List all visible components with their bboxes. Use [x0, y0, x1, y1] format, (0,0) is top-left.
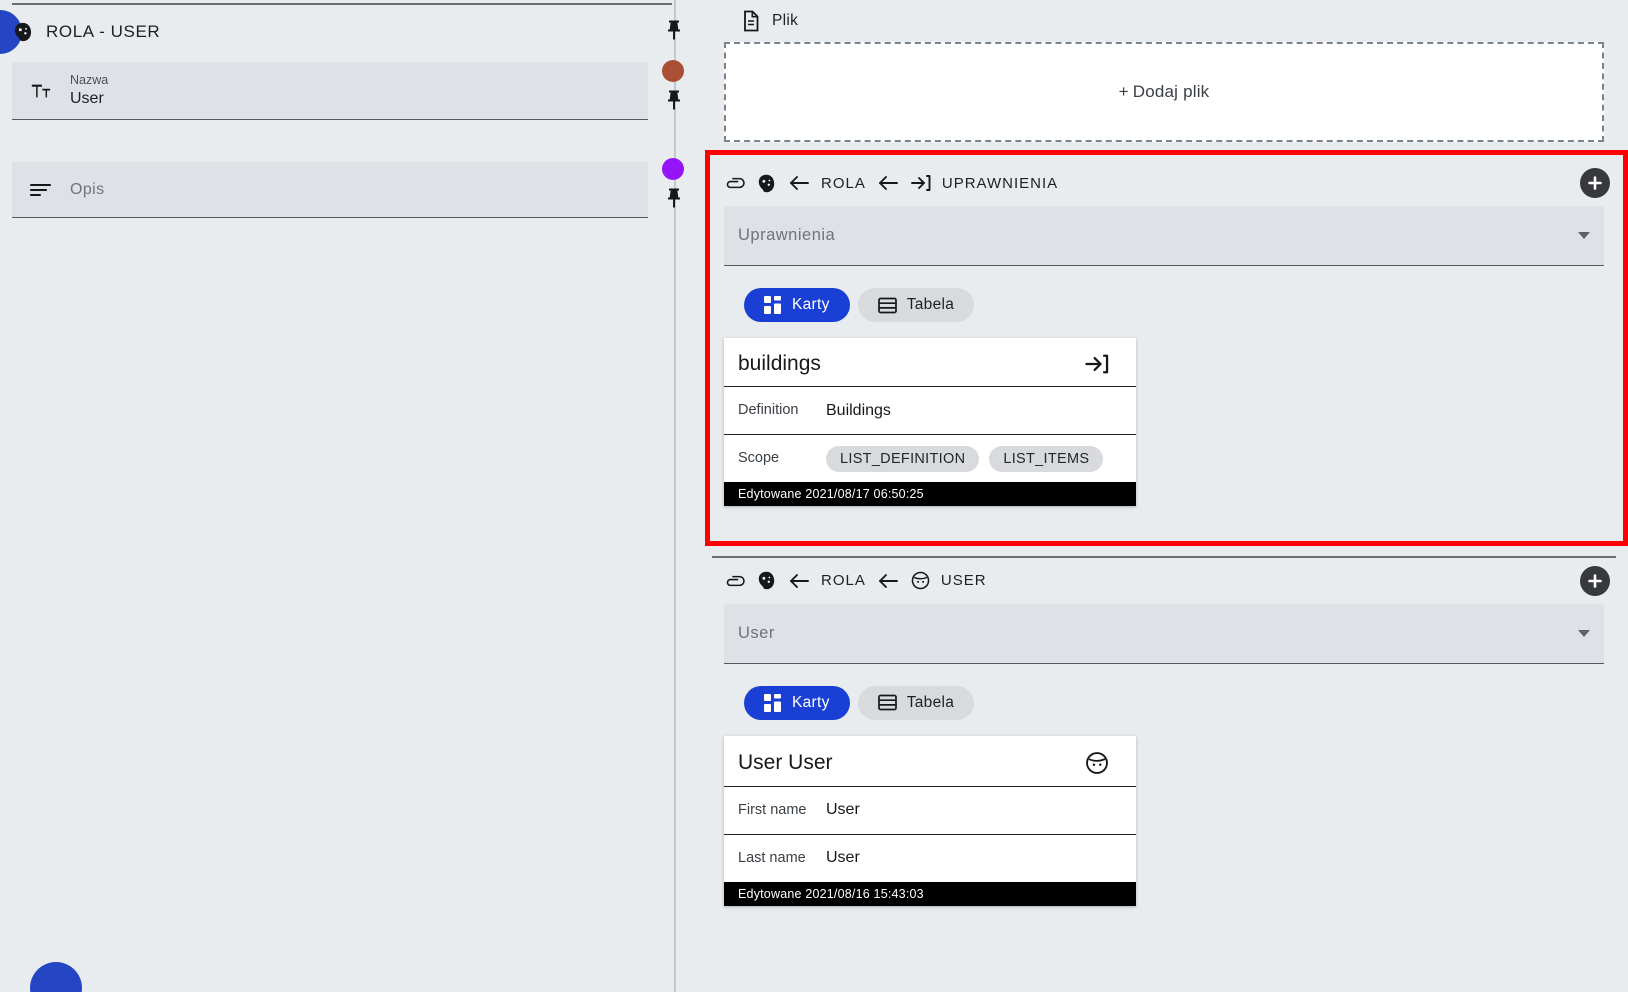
card-row: Last name User [724, 833, 1136, 882]
rail-divider [674, 0, 676, 992]
tab-tabela-label: Tabela [906, 693, 955, 711]
view-toggle-group: Karty Tabela [700, 664, 1628, 720]
app-root: ROLA - USER Nazwa User Opis Plik + Dodaj… [0, 0, 1628, 992]
card-header: User User [724, 736, 1136, 786]
status-dot-purple[interactable] [662, 158, 684, 180]
add-fab[interactable] [30, 962, 82, 992]
file-icon [742, 10, 760, 32]
arrow-left-icon[interactable] [876, 572, 900, 590]
file-dropzone[interactable]: + Dodaj plik [724, 42, 1604, 142]
breadcrumb-item-user[interactable]: USER [941, 572, 987, 589]
right-panel: Plik + Dodaj plik ROLA UPRAWNIENIA Upraw… [700, 0, 1628, 992]
file-section-label: Plik [772, 12, 799, 29]
section-header-user: ROLA USER [700, 558, 1628, 604]
card-row-value: User [826, 801, 860, 818]
tab-karty-label: Karty [792, 693, 830, 711]
add-user-button[interactable] [1580, 565, 1610, 596]
card-user[interactable]: User User First name User Last name User… [724, 735, 1136, 906]
breadcrumb-item-rola[interactable]: ROLA [821, 572, 866, 589]
pin-icon[interactable] [662, 88, 686, 112]
select-value: User [738, 623, 775, 642]
dropzone-label: Dodaj plik [1132, 82, 1210, 101]
file-section: Plik + Dodaj plik [700, 0, 1628, 142]
field-placeholder-opis: Opis [70, 180, 105, 198]
file-section-header: Plik [700, 0, 1628, 42]
breadcrumb: ROLA USER [724, 570, 987, 591]
plus-icon: + [1118, 82, 1129, 101]
dropzone-label-wrap: + Dodaj plik [1119, 82, 1210, 102]
field-value-nazwa: User [70, 89, 104, 107]
role-mask-icon[interactable] [756, 570, 777, 591]
card-title: User User [738, 750, 833, 774]
arrow-left-icon[interactable] [787, 572, 811, 590]
chevron-down-icon[interactable] [1578, 629, 1590, 637]
field-nazwa[interactable]: Nazwa User [12, 62, 648, 120]
left-panel: ROLA - USER Nazwa User Opis [0, 0, 700, 992]
card-edited-timestamp: Edytowane 2021/08/16 15:43:03 [724, 881, 1136, 906]
text-format-icon [28, 80, 54, 102]
section-user: ROLA USER User Karty Tabela User User Fi… [700, 556, 1628, 906]
grid-cards-icon [764, 693, 782, 712]
tab-tabela[interactable]: Tabela [857, 685, 975, 720]
status-dot-rust[interactable] [662, 60, 684, 82]
highlight-box [705, 150, 1628, 546]
card-row: First name User [724, 785, 1136, 834]
link-chain-icon[interactable] [724, 573, 746, 589]
pin-icon[interactable] [662, 18, 686, 42]
user-face-icon[interactable] [1084, 750, 1110, 776]
pin-rail [648, 0, 700, 992]
description-lines-icon [28, 181, 54, 199]
select-user[interactable]: User [724, 603, 1604, 664]
page-title: ROLA - USER [46, 22, 161, 41]
role-header: ROLA - USER [12, 14, 160, 50]
user-face-icon[interactable] [910, 570, 931, 591]
field-opis[interactable]: Opis [12, 162, 648, 218]
card-row-value: User [826, 849, 860, 866]
tab-karty[interactable]: Karty [744, 685, 850, 720]
role-mask-icon [12, 21, 34, 43]
pin-icon[interactable] [662, 186, 686, 210]
card-row-key: First name [738, 801, 807, 818]
table-rows-icon [877, 694, 897, 711]
card-row-key: Last name [738, 849, 806, 866]
panel-top-divider [12, 3, 672, 5]
field-label-nazwa: Nazwa [70, 72, 109, 87]
